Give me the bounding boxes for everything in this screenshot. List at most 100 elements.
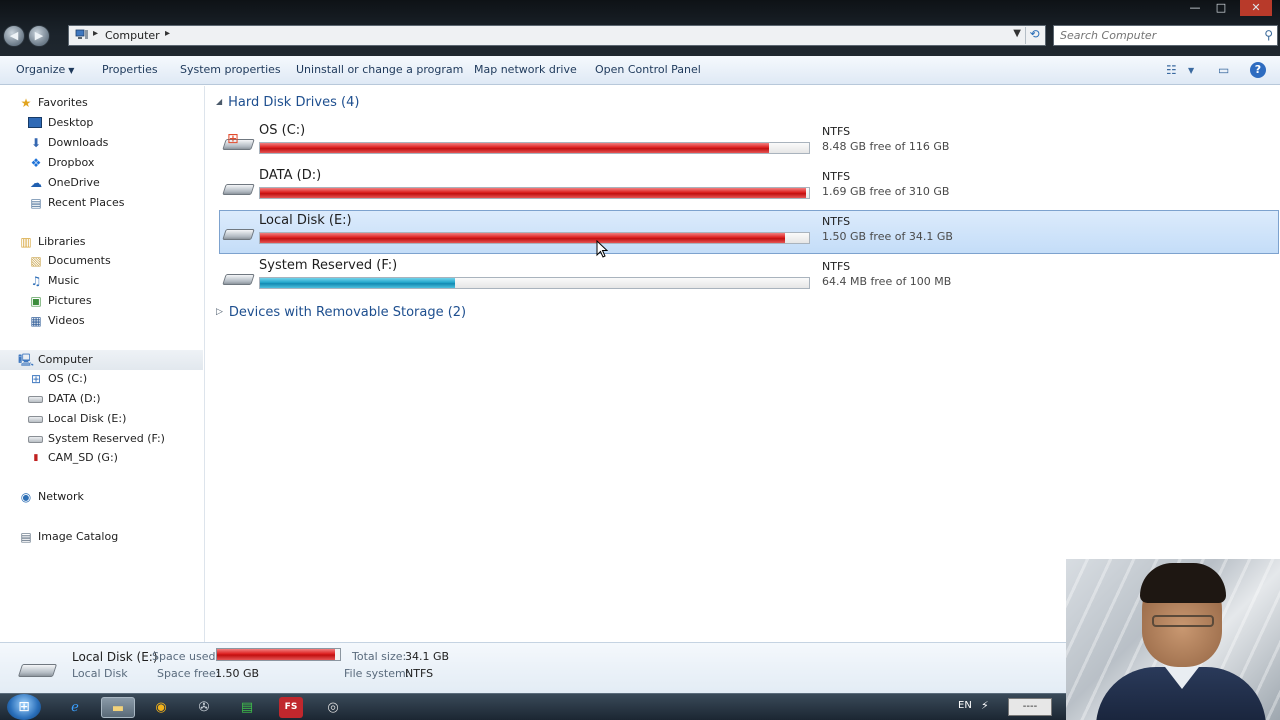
drive-usage-bar	[259, 232, 810, 244]
forward-button[interactable]: ▶	[28, 25, 50, 47]
hard-drive-icon	[28, 392, 44, 406]
maximize-button[interactable]: □	[1208, 0, 1234, 16]
search-input[interactable]	[1054, 26, 1249, 45]
back-button[interactable]: ◀	[3, 25, 25, 47]
breadcrumb-computer[interactable]: Computer	[105, 29, 160, 42]
nav-computer-label: Computer	[38, 353, 93, 366]
command-bar: Organize ▼ Properties System properties U…	[0, 56, 1280, 85]
group-hard-disk-drives[interactable]: ◢ Hard Disk Drives (4)	[216, 95, 359, 110]
search-box[interactable]: ⚲	[1053, 25, 1278, 46]
nav-drive-e-label: Local Disk (E:)	[48, 412, 127, 425]
cloud-icon: ☁	[30, 176, 42, 190]
pictures-icon: ▣	[30, 294, 42, 308]
details-filesystem-value: NTFS	[405, 667, 434, 680]
minimize-button[interactable]: —	[1182, 0, 1208, 16]
recent-places-icon: ▤	[30, 196, 42, 210]
map-network-drive-button[interactable]: Map network drive	[474, 63, 577, 76]
taskbar-app-icon[interactable]: ✇	[187, 697, 221, 718]
view-dropdown-icon[interactable]: ▼	[1188, 66, 1194, 75]
title-bar: — □ ✕ ◀ ▶ ▸ Computer ▸ ▼ ⟲ ⚲	[0, 0, 1280, 56]
nav-libraries-label: Libraries	[38, 235, 86, 248]
nav-drive-e[interactable]: Local Disk (E:)	[0, 409, 203, 429]
taskbar-camera-icon[interactable]: ◎	[316, 697, 350, 718]
nav-drive-g[interactable]: ▮ CAM_SD (G:)	[0, 448, 203, 468]
nav-onedrive[interactable]: ☁ OneDrive	[0, 173, 203, 193]
start-button[interactable]: ⊞	[7, 694, 41, 720]
group-removable-storage[interactable]: ▷ Devices with Removable Storage (2)	[216, 305, 466, 320]
refresh-icon[interactable]: ⟲	[1025, 27, 1043, 44]
nav-onedrive-label: OneDrive	[48, 176, 100, 189]
nav-image-catalog[interactable]: ▤ Image Catalog	[0, 527, 203, 547]
taskbar-excel-icon[interactable]: ▤	[230, 697, 264, 718]
preview-pane-icon[interactable]: ▭	[1218, 63, 1229, 77]
drive-usage-bar	[259, 277, 810, 289]
nav-recent-places[interactable]: ▤ Recent Places	[0, 193, 203, 213]
organize-label: Organize	[16, 63, 66, 76]
nav-videos[interactable]: ▦ Videos	[0, 311, 203, 331]
hard-drive-icon	[17, 657, 58, 681]
nav-drive-c[interactable]: ⊞ OS (C:)	[0, 369, 203, 389]
uninstall-program-button[interactable]: Uninstall or change a program	[296, 63, 463, 76]
music-icon: ♫	[30, 274, 42, 288]
nav-music[interactable]: ♫ Music	[0, 271, 203, 291]
view-options-icon[interactable]: ☷	[1166, 63, 1177, 77]
nav-dropbox[interactable]: ❖ Dropbox	[0, 153, 203, 173]
details-space-used-label: Space used:	[152, 650, 220, 663]
nav-desktop-label: Desktop	[48, 116, 94, 129]
search-icon[interactable]: ⚲	[1264, 28, 1273, 42]
desktop-icon	[28, 116, 44, 130]
drive-item-c[interactable]: ⊞ OS (C:) NTFS 8.48 GB free of 116 GB	[219, 120, 1279, 164]
close-button[interactable]: ✕	[1240, 0, 1272, 16]
taskbar-chrome-icon[interactable]: ◉	[144, 697, 178, 718]
organize-button[interactable]: Organize ▼	[16, 63, 74, 76]
drive-filesystem: NTFS	[822, 170, 851, 183]
nav-recent-places-label: Recent Places	[48, 196, 125, 209]
details-space-free-value: 1.50 GB	[215, 667, 260, 680]
details-filesystem-label: File system:	[344, 667, 410, 680]
nav-pictures[interactable]: ▣ Pictures	[0, 291, 203, 311]
language-indicator[interactable]: EN	[958, 700, 972, 711]
taskbar-ie-icon[interactable]: ℯ	[58, 697, 92, 718]
nav-drive-f[interactable]: System Reserved (F:)	[0, 429, 203, 449]
drive-filesystem: NTFS	[822, 125, 851, 138]
expand-triangle-icon: ▷	[216, 307, 223, 317]
windows-logo-icon: ⊞	[18, 699, 30, 715]
breadcrumb-chevron-icon[interactable]: ▸	[165, 28, 170, 39]
help-icon[interactable]: ?	[1250, 62, 1266, 78]
nav-drive-d-label: DATA (D:)	[48, 392, 101, 405]
tray-network-icon[interactable]: ⚡	[981, 699, 989, 712]
nav-documents[interactable]: ▧ Documents	[0, 251, 203, 271]
taskbar-explorer-icon[interactable]: ▬	[101, 697, 135, 718]
nav-favorites[interactable]: ★ Favorites	[0, 93, 203, 113]
nav-pictures-label: Pictures	[48, 294, 92, 307]
nav-downloads[interactable]: ⬇ Downloads	[0, 133, 203, 153]
properties-button[interactable]: Properties	[102, 63, 158, 76]
hard-drive-icon	[222, 176, 255, 200]
address-dropdown-icon[interactable]: ▼	[1013, 28, 1021, 39]
nav-network[interactable]: ◉ Network	[0, 487, 203, 507]
drive-item-f[interactable]: System Reserved (F:) NTFS 64.4 MB free o…	[219, 255, 1279, 299]
drive-item-e[interactable]: Local Disk (E:) NTFS 1.50 GB free of 34.…	[219, 210, 1279, 254]
nav-computer[interactable]: 🖳 Computer	[0, 350, 203, 370]
system-properties-button[interactable]: System properties	[180, 63, 281, 76]
breadcrumb-separator-icon: ▸	[93, 28, 99, 39]
nav-favorites-label: Favorites	[38, 96, 88, 109]
nav-drive-f-label: System Reserved (F:)	[48, 432, 165, 445]
documents-icon: ▧	[30, 254, 42, 268]
arrow-left-icon: ◀	[9, 29, 19, 42]
open-control-panel-button[interactable]: Open Control Panel	[595, 63, 701, 76]
address-bar[interactable]: ▸ Computer ▸ ▼ ⟲	[68, 25, 1046, 46]
collapse-triangle-icon: ◢	[216, 97, 223, 106]
nav-libraries[interactable]: ▥ Libraries	[0, 232, 203, 252]
taskbar-fs-icon[interactable]: FS	[279, 697, 303, 718]
nav-drive-d[interactable]: DATA (D:)	[0, 389, 203, 409]
nav-downloads-label: Downloads	[48, 136, 109, 149]
drive-usage-fill	[260, 188, 807, 198]
drive-item-d[interactable]: DATA (D:) NTFS 1.69 GB free of 310 GB	[219, 165, 1279, 209]
nav-desktop[interactable]: Desktop	[0, 113, 203, 133]
image-catalog-icon: ▤	[20, 530, 32, 544]
nav-videos-label: Videos	[48, 314, 85, 327]
clock[interactable]: ----	[1008, 698, 1052, 716]
drive-usage-fill	[260, 143, 769, 153]
details-usage-fill	[217, 649, 335, 660]
